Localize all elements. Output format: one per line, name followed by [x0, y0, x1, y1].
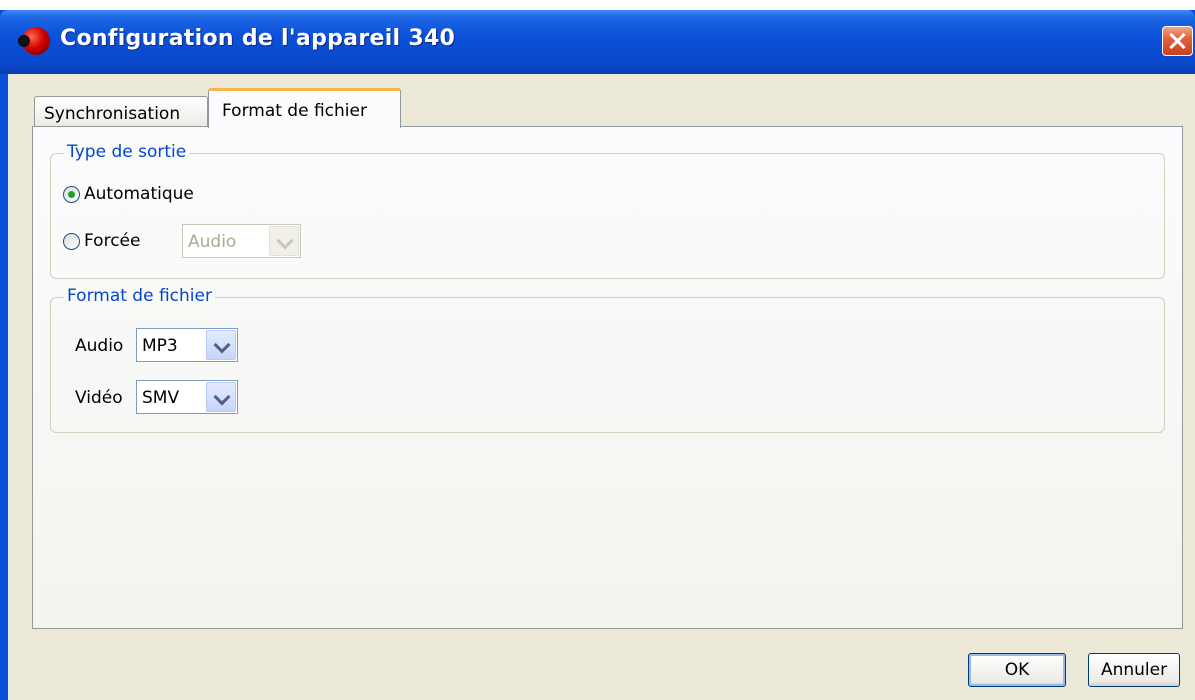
output-type-group: Type de sortie Automatique Forcée Audio	[50, 142, 1165, 279]
tab-synchronisation[interactable]: Synchronisation	[34, 96, 208, 126]
ok-button[interactable]: OK	[968, 653, 1066, 687]
dialog-body: Synchronisation Format de fichier Type d…	[8, 74, 1195, 700]
audio-format-select[interactable]: MP3	[136, 328, 238, 362]
tab-format-de-fichier[interactable]: Format de fichier	[208, 88, 401, 128]
chevron-down-icon	[269, 226, 299, 256]
file-format-legend: Format de fichier	[64, 286, 215, 306]
video-format-label: Vidéo	[75, 388, 123, 408]
chevron-down-icon[interactable]	[206, 330, 236, 360]
radio-automatique[interactable]: Automatique	[63, 181, 194, 207]
cancel-button[interactable]: Annuler	[1088, 653, 1180, 687]
radio-checked-icon[interactable]	[63, 185, 80, 203]
tab-panel: Type de sortie Automatique Forcée Audio …	[32, 126, 1183, 629]
chevron-down-icon[interactable]	[206, 382, 236, 412]
forced-type-value: Audio	[188, 232, 237, 252]
close-icon[interactable]	[1162, 26, 1193, 56]
radio-automatique-label: Automatique	[84, 184, 194, 204]
window-title: Configuration de l'appareil 340	[60, 26, 456, 51]
forced-type-select: Audio	[182, 224, 301, 258]
file-format-group: Format de fichier Audio MP3 Vidéo SMV	[50, 286, 1165, 433]
video-format-value: SMV	[142, 388, 180, 408]
radio-forcee[interactable]: Forcée	[63, 228, 140, 254]
radio-unchecked-icon[interactable]	[63, 232, 80, 250]
dialog-window: Configuration de l'appareil 340 Synchron…	[0, 10, 1195, 700]
audio-format-label: Audio	[75, 336, 124, 356]
radio-forcee-label: Forcée	[84, 231, 141, 251]
video-format-select[interactable]: SMV	[136, 380, 238, 414]
audio-format-value: MP3	[142, 336, 178, 356]
output-type-legend: Type de sortie	[64, 142, 190, 162]
title-bar[interactable]: Configuration de l'appareil 340	[0, 10, 1195, 74]
record-icon	[18, 27, 50, 55]
